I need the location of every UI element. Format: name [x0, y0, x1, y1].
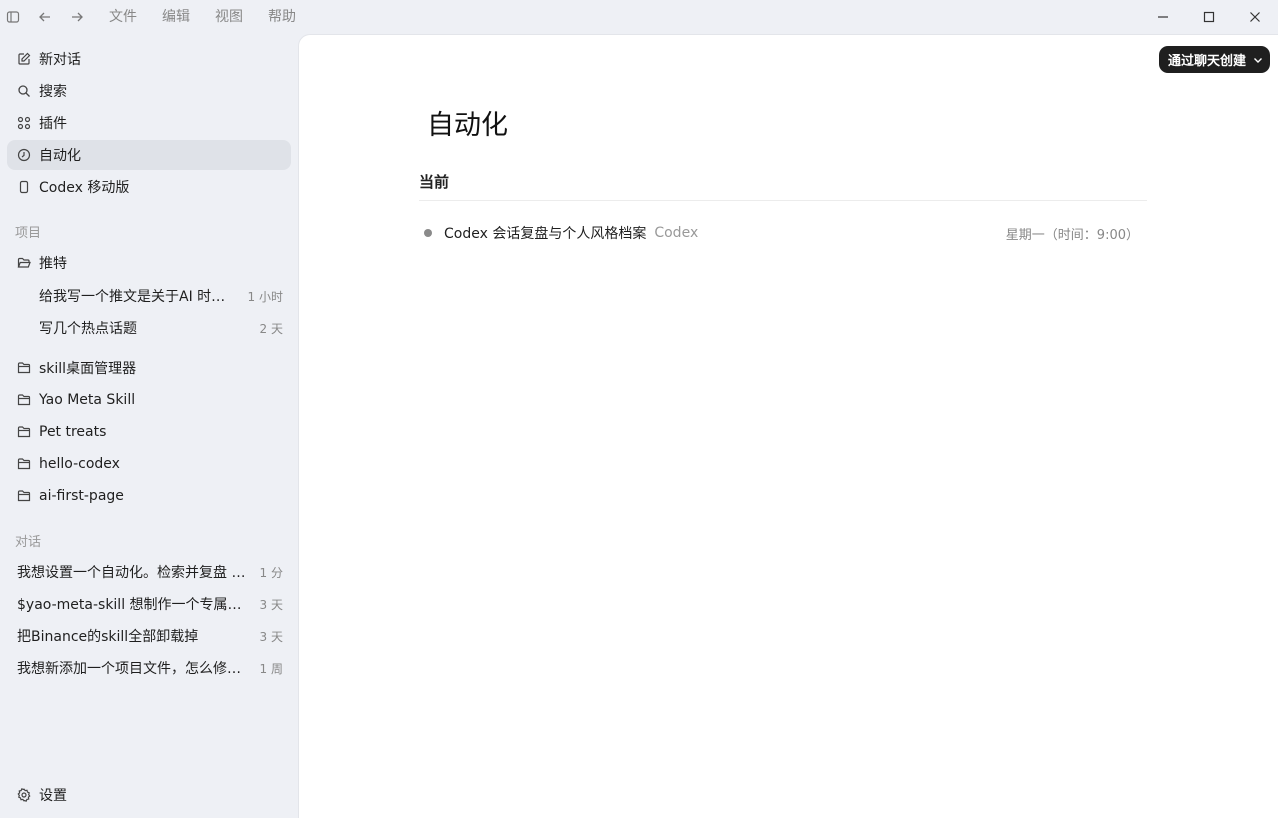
main-panel: 通过聊天创建 自动化 当前 Codex 会话复盘与个人风格档案 Codex 星期…	[298, 34, 1278, 818]
conversation-item[interactable]: 把Binance的skill全部卸载掉 3 天	[7, 621, 291, 651]
window-controls	[1140, 0, 1278, 34]
sidebar-item-search[interactable]: 搜索	[7, 76, 291, 106]
conversation-item[interactable]: 我想新添加一个项目文件，怎么修改... 1 周	[7, 653, 291, 683]
settings-label: 设置	[39, 788, 67, 804]
project-name: hello-codex	[39, 456, 120, 472]
folder-icon	[16, 456, 32, 472]
create-via-chat-button[interactable]: 通过聊天创建	[1158, 46, 1270, 73]
project-thread-item[interactable]: 写几个热点话题 2 天	[7, 313, 291, 343]
forward-arrow-icon[interactable]	[64, 4, 90, 30]
conversation-title: $yao-meta-skill 想制作一个专属于我...	[17, 597, 252, 613]
project-item[interactable]: 推特	[7, 248, 291, 278]
gear-icon	[16, 787, 32, 803]
back-arrow-icon[interactable]	[32, 4, 58, 30]
thread-title: 写几个热点话题	[39, 321, 137, 337]
project-item[interactable]: skill桌面管理器	[7, 353, 291, 383]
folder-icon	[16, 424, 32, 440]
menu-file[interactable]: 文件	[96, 4, 149, 30]
sidebar-item-label: 插件	[39, 116, 67, 132]
title-bar: 文件 编辑 视图 帮助	[0, 0, 1278, 34]
create-button-label: 通过聊天创建	[1167, 54, 1246, 69]
project-item[interactable]: ai-first-page	[7, 481, 291, 511]
thread-title: 给我写一个推文是关于AI 时代...	[39, 289, 238, 305]
project-name: ai-first-page	[39, 488, 124, 504]
automation-schedule: 星期一（时间：9:00）	[1005, 227, 1139, 243]
conversation-time: 1 分	[259, 565, 283, 580]
sidebar-item-new-chat[interactable]: 新对话	[7, 44, 291, 74]
conversation-time: 3 天	[259, 629, 283, 644]
conversation-title: 把Binance的skill全部卸载掉	[17, 629, 199, 645]
project-item[interactable]: hello-codex	[7, 449, 291, 479]
folder-open-icon	[16, 255, 32, 271]
status-dot	[424, 229, 432, 237]
automation-name: Codex 会话复盘与个人风格档案	[444, 226, 647, 242]
conversation-title: 我想设置一个自动化。检索并复盘 C...	[17, 565, 252, 581]
search-icon	[16, 83, 32, 99]
menu-help[interactable]: 帮助	[255, 4, 308, 30]
settings-button[interactable]: 设置	[7, 780, 291, 810]
conversation-title: 我想新添加一个项目文件，怎么修改...	[17, 661, 252, 677]
minimize-icon[interactable]	[1140, 0, 1186, 34]
close-icon[interactable]	[1232, 0, 1278, 34]
page-title: 自动化	[427, 110, 508, 141]
project-name: skill桌面管理器	[39, 361, 137, 377]
project-name: Yao Meta Skill	[39, 392, 136, 408]
project-item[interactable]: Pet treats	[7, 417, 291, 447]
phone-icon	[16, 179, 32, 195]
edit-icon	[16, 51, 32, 67]
sidebar-item-plugins[interactable]: 插件	[7, 108, 291, 138]
clock-icon	[16, 147, 32, 163]
projects-section-label: 项目	[15, 226, 42, 241]
automation-row[interactable]: Codex 会话复盘与个人风格档案 Codex 星期一（时间：9:00）	[419, 219, 1147, 247]
project-name: 推特	[39, 256, 67, 272]
sidebar-item-label: 新对话	[39, 52, 81, 68]
thread-time: 1 小时	[247, 289, 283, 304]
conversation-time: 3 天	[259, 597, 283, 612]
menu-bar: 文件 编辑 视图 帮助	[96, 4, 308, 30]
sidebar-item-label: 自动化	[39, 148, 81, 164]
thread-time: 2 天	[259, 321, 283, 336]
chevron-down-icon	[1254, 57, 1262, 63]
maximize-icon[interactable]	[1186, 0, 1232, 34]
sidebar-item-label: 搜索	[39, 84, 67, 100]
conversation-item[interactable]: $yao-meta-skill 想制作一个专属于我... 3 天	[7, 589, 291, 619]
project-name: Pet treats	[39, 424, 107, 440]
sidebar-item-codex-mobile[interactable]: Codex 移动版	[7, 172, 291, 202]
app-window: 文件 编辑 视图 帮助 新对话 搜索 插件 自动化 Codex 移动版 项目 推…	[0, 0, 1278, 818]
sidebar-toggle-icon[interactable]	[0, 4, 26, 30]
automation-source: Codex	[654, 225, 699, 241]
divider	[419, 200, 1147, 201]
folder-icon	[16, 360, 32, 376]
grid-icon	[16, 115, 32, 131]
sidebar-item-automation[interactable]: 自动化	[7, 140, 291, 170]
conversations-section-label: 对话	[15, 535, 42, 550]
folder-icon	[16, 392, 32, 408]
current-section-heading: 当前	[419, 173, 450, 191]
project-item[interactable]: Yao Meta Skill	[7, 385, 291, 415]
menu-view[interactable]: 视图	[202, 4, 255, 30]
sidebar: 新对话 搜索 插件 自动化 Codex 移动版 项目 推特 给我写一个推文是关于…	[0, 34, 298, 818]
conversation-time: 1 周	[259, 661, 283, 676]
menu-edit[interactable]: 编辑	[149, 4, 202, 30]
sidebar-item-label: Codex 移动版	[39, 180, 130, 196]
project-thread-item[interactable]: 给我写一个推文是关于AI 时代... 1 小时	[7, 281, 291, 311]
conversation-item[interactable]: 我想设置一个自动化。检索并复盘 C... 1 分	[7, 557, 291, 587]
folder-icon	[16, 488, 32, 504]
